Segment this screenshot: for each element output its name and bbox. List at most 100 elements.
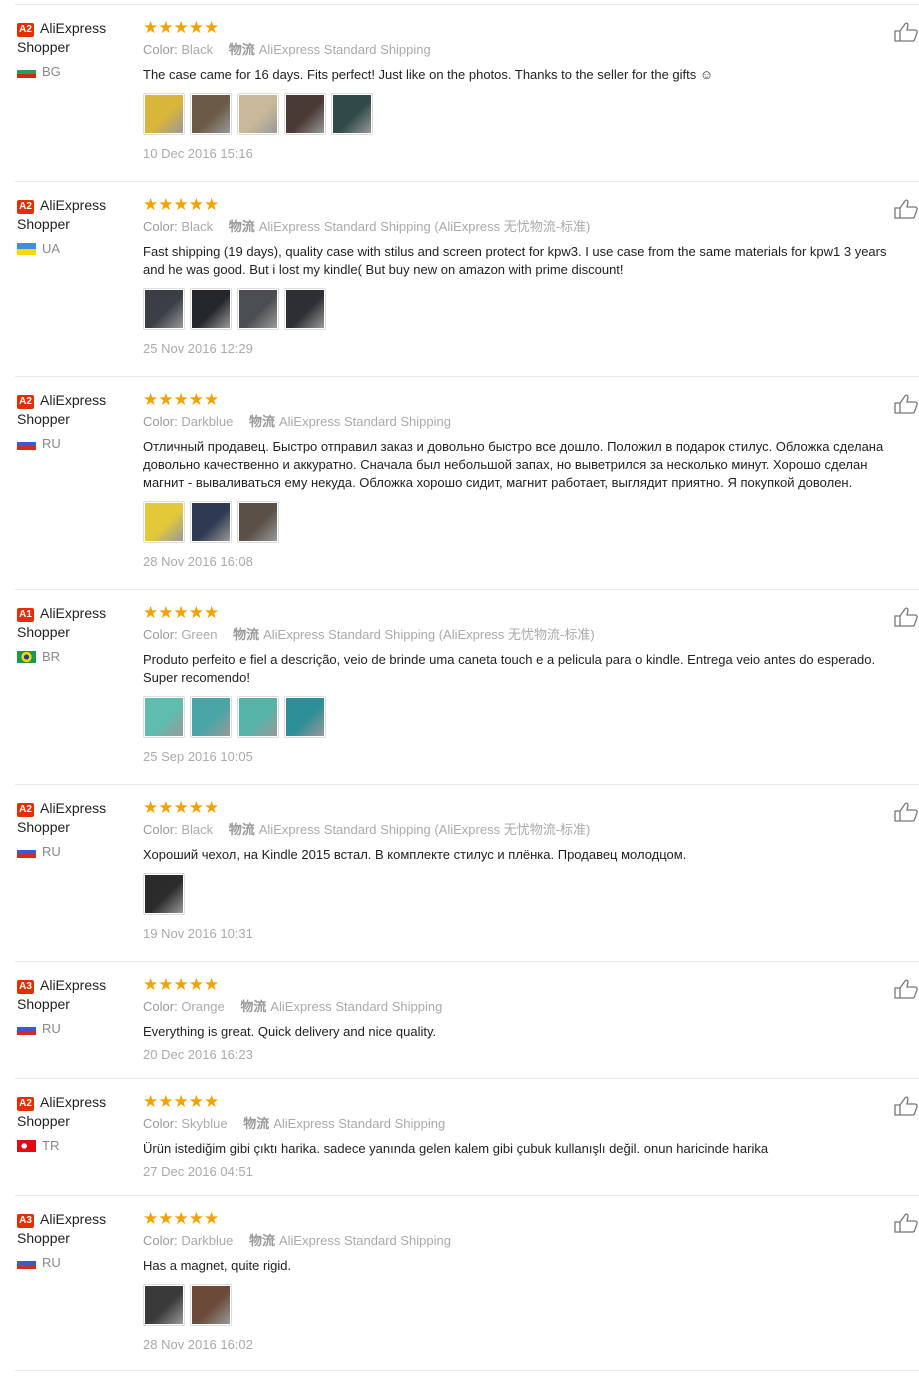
- logistics-label: 物流: [243, 1116, 270, 1131]
- review-item: A3 AliExpress Shopper RU ★★★★★ Color: Ora…: [15, 962, 919, 1079]
- reviewer-country: RU: [17, 1255, 137, 1270]
- country-code: TR: [42, 1138, 60, 1153]
- photo-image: [145, 698, 183, 736]
- photo-image: [286, 698, 324, 736]
- review-photo-thumbnail[interactable]: [190, 501, 232, 543]
- buyer-level-badge: A1: [17, 608, 34, 622]
- color-value: Black: [181, 42, 214, 57]
- buyer-level-badge: A3: [17, 980, 34, 994]
- review-photo-thumbnail[interactable]: [143, 93, 185, 135]
- review-photo-thumbnail[interactable]: [237, 288, 279, 330]
- color-label: Color:: [143, 42, 178, 57]
- review-photos: [143, 93, 909, 135]
- thumbs-up-icon[interactable]: [893, 801, 919, 823]
- color-label: Color:: [143, 627, 178, 642]
- photo-image: [192, 290, 230, 328]
- photo-image: [145, 290, 183, 328]
- thumbs-up-icon[interactable]: [893, 1212, 919, 1234]
- country-code: RU: [42, 436, 61, 451]
- star-icon: ★: [204, 798, 220, 817]
- color-value: Green: [181, 627, 218, 642]
- reviewer-info: A1 AliExpress Shopper BR: [17, 604, 137, 664]
- rating-stars: ★★★★★: [143, 196, 909, 214]
- star-icon: ★: [173, 390, 189, 409]
- reviewer-name: A3 AliExpress Shopper: [17, 1210, 137, 1248]
- star-icon: ★: [158, 603, 174, 622]
- country-code: BG: [42, 64, 61, 79]
- thumbs-up-icon[interactable]: [893, 606, 919, 628]
- review-photo-thumbnail[interactable]: [284, 93, 326, 135]
- rating-stars: ★★★★★: [143, 391, 909, 409]
- star-icon: ★: [143, 18, 159, 37]
- color-label: Color:: [143, 999, 178, 1014]
- review-photo-thumbnail[interactable]: [143, 288, 185, 330]
- photo-image: [239, 290, 277, 328]
- star-icon: ★: [188, 18, 204, 37]
- star-icon: ★: [173, 975, 189, 994]
- review-photo-thumbnail[interactable]: [284, 288, 326, 330]
- review-photo-thumbnail[interactable]: [190, 93, 232, 135]
- review-date: 19 Nov 2016 10:31: [143, 926, 253, 941]
- review-text: Fast shipping (19 days), quality case wi…: [143, 244, 887, 277]
- review-photo-thumbnail[interactable]: [190, 288, 232, 330]
- color-label: Color:: [143, 414, 178, 429]
- thumbs-up-icon[interactable]: [893, 21, 919, 43]
- review-meta: Color: Darkblue 物流 AliExpress Standard Sh…: [143, 1232, 909, 1250]
- country-flag-icon: [17, 1139, 36, 1152]
- country-code: RU: [42, 1021, 61, 1036]
- review-meta: Color: Black 物流 AliExpress Standard Shipp…: [143, 41, 909, 59]
- review-photo-thumbnail[interactable]: [237, 93, 279, 135]
- logistics-label: 物流: [240, 999, 267, 1014]
- star-icon: ★: [188, 195, 204, 214]
- country-flag-icon: [17, 242, 36, 255]
- review-photos: [143, 696, 909, 738]
- star-icon: ★: [143, 390, 159, 409]
- star-icon: ★: [173, 1209, 189, 1228]
- photo-image: [239, 503, 277, 541]
- photo-image: [192, 698, 230, 736]
- star-icon: ★: [173, 195, 189, 214]
- review-photos: [143, 873, 909, 915]
- shipping-method: AliExpress Standard Shipping: [278, 414, 451, 429]
- thumbs-up-icon[interactable]: [893, 1095, 919, 1117]
- review-meta: Color: Green 物流 AliExpress Standard Shipp…: [143, 626, 909, 644]
- shipping-method: AliExpress Standard Shipping: [270, 999, 443, 1014]
- buyer-level-badge: A2: [17, 803, 34, 817]
- star-icon: ★: [143, 798, 159, 817]
- review-item: A2 AliExpress Shopper BG ★★★★★ Color: Bla…: [15, 5, 919, 182]
- logistics-label: 物流: [228, 219, 255, 234]
- review-photo-thumbnail[interactable]: [143, 501, 185, 543]
- rating-stars: ★★★★★: [143, 1210, 909, 1228]
- buyer-level-badge: A2: [17, 1097, 34, 1111]
- review-photo-thumbnail[interactable]: [143, 873, 185, 915]
- review-item: A3 AliExpress Shopper RU ★★★★★ Color: Dar…: [15, 1196, 919, 1371]
- photo-image: [145, 1286, 183, 1324]
- review-photo-thumbnail[interactable]: [190, 1284, 232, 1326]
- review-photo-thumbnail[interactable]: [143, 696, 185, 738]
- review-photo-thumbnail[interactable]: [237, 696, 279, 738]
- shipping-method: AliExpress Standard Shipping (AliExpress…: [258, 219, 591, 234]
- logistics-label: 物流: [248, 1233, 275, 1248]
- country-flag-icon: [17, 650, 36, 663]
- color-label: Color:: [143, 822, 178, 837]
- star-icon: ★: [143, 195, 159, 214]
- thumbs-up-icon[interactable]: [893, 198, 919, 220]
- country-code: UA: [42, 241, 61, 256]
- star-icon: ★: [204, 1209, 220, 1228]
- review-photo-thumbnail[interactable]: [190, 696, 232, 738]
- review-photo-thumbnail[interactable]: [284, 696, 326, 738]
- photo-image: [239, 95, 277, 133]
- review-photos: [143, 501, 909, 543]
- review-photo-thumbnail[interactable]: [331, 93, 373, 135]
- review-meta: Color: Skyblue 物流 AliExpress Standard Shi…: [143, 1115, 909, 1133]
- thumbs-up-icon[interactable]: [893, 393, 919, 415]
- review-item: A2 AliExpress Shopper RU ★★★★★ Color: Dar…: [15, 377, 919, 590]
- rating-stars: ★★★★★: [143, 1093, 909, 1111]
- thumbs-up-icon[interactable]: [893, 978, 919, 1000]
- reviewer-info: A2 AliExpress Shopper BG: [17, 19, 137, 79]
- review-content: ★★★★★ Color: Black 物流 AliExpress Standard…: [143, 19, 909, 163]
- country-flag-icon: [17, 437, 36, 450]
- review-photo-thumbnail[interactable]: [143, 1284, 185, 1326]
- color-label: Color:: [143, 219, 178, 234]
- review-photo-thumbnail[interactable]: [237, 501, 279, 543]
